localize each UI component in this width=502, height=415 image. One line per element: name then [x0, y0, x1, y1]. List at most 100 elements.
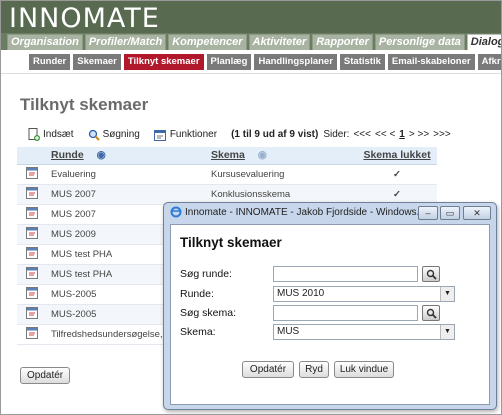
round-label: Runde: — [180, 288, 214, 300]
subnav-item-tilknyt-skemaer[interactable]: Tilknyt skemaer — [123, 54, 204, 70]
insert-label: Indsæt — [43, 129, 74, 140]
update-button[interactable]: Opdatér — [20, 367, 71, 384]
pager-first[interactable]: <<< — [353, 129, 371, 140]
tab-dialog[interactable]: Dialog — [466, 34, 501, 50]
magnifier-icon — [426, 269, 437, 280]
popup-update-button[interactable]: Opdatér — [242, 361, 294, 378]
pager-prev[interactable]: << < — [375, 129, 395, 140]
record-count: (1 til 9 ud af 9 vist) — [231, 129, 319, 140]
edit-cell — [17, 164, 47, 185]
popup-title-text: Innomate - INNOMATE - Jakob Fjordside - … — [185, 206, 420, 218]
edit-form-icon[interactable] — [26, 306, 38, 319]
edit-cell — [17, 284, 47, 305]
column-header-runde[interactable]: Runde ◉ — [47, 147, 207, 165]
cell-runde: MUS 2007 — [47, 184, 207, 205]
form-select-value: MUS — [277, 326, 300, 337]
search-round-button[interactable] — [422, 266, 440, 282]
pager-current[interactable]: 1 — [399, 129, 405, 140]
edit-form-icon[interactable] — [26, 326, 38, 339]
cell-runde: Evaluering — [47, 164, 207, 185]
edit-cell — [17, 244, 47, 265]
edit-cell — [17, 224, 47, 245]
pages-label: Sider: — [323, 129, 350, 140]
cell-skema-lukket: ✓ — [357, 184, 437, 205]
chevron-down-icon[interactable]: ▼ — [440, 287, 454, 301]
functions-label: Funktioner — [169, 129, 218, 140]
edit-form-icon[interactable] — [26, 226, 38, 239]
column-header-skema[interactable]: Skema ◉ — [207, 147, 357, 165]
pager-last[interactable]: >>> — [433, 129, 451, 140]
round-select-value: MUS 2010 — [277, 288, 325, 299]
popup-titlebar[interactable]: Innomate - INNOMATE - Jakob Fjordside - … — [170, 206, 420, 218]
table-row[interactable]: MUS 2007 Konklusionsskema ✓ — [17, 184, 437, 205]
edit-form-icon[interactable] — [26, 166, 38, 179]
cell-skema-lukket: ✓ — [357, 164, 437, 185]
edit-cell — [17, 304, 47, 325]
popup-window: Innomate - INNOMATE - Jakob Fjordside - … — [163, 202, 497, 410]
document-add-icon — [28, 128, 40, 141]
tab-organisation[interactable]: Organisation — [7, 34, 83, 50]
edit-form-icon[interactable] — [26, 266, 38, 279]
edit-form-icon[interactable] — [26, 286, 38, 299]
chevron-down-icon[interactable]: ▼ — [440, 325, 454, 339]
edit-form-icon[interactable] — [26, 206, 38, 219]
subnav-item-statistik[interactable]: Statistik — [339, 54, 385, 70]
cell-skema: Kursusevaluering — [207, 164, 357, 185]
main-nav: Organisation Profiler/Match Kompetencer Akt… — [1, 33, 501, 50]
functions-icon — [153, 129, 166, 141]
edit-cell — [17, 264, 47, 285]
close-window-button[interactable]: ✕ — [463, 206, 491, 220]
page-title: Tilknyt skemaer — [20, 95, 149, 114]
toolbar: Indsæt Søgning Funktioner (1 til 9 ud af… — [28, 128, 455, 141]
search-round-label: Søg runde: — [180, 268, 232, 280]
round-select[interactable]: MUS 2010 ▼ — [273, 286, 455, 302]
sort-icon[interactable]: ◉ — [258, 149, 267, 161]
clear-button[interactable]: Ryd — [299, 361, 329, 378]
search-round-input[interactable] — [273, 266, 418, 282]
form-label: Skema: — [180, 326, 216, 338]
icon-column-header — [17, 147, 47, 165]
magnifier-icon — [88, 129, 100, 141]
app-frame: INNOMATE Organisation Profiler/Match Kompe… — [0, 0, 502, 415]
cell-skema: Konklusionsskema — [207, 184, 357, 205]
insert-button[interactable]: Indsæt — [28, 128, 74, 141]
tab-profiler-match[interactable]: Profiler/Match — [84, 34, 167, 50]
subnav-item-afkryds[interactable]: Afkryds — [477, 54, 501, 70]
subnav-item-skemaer[interactable]: Skemaer — [73, 54, 121, 70]
subnav-item-planl-g[interactable]: Planlæg — [206, 54, 252, 70]
column-header-skema-lukket[interactable]: Skema lukket — [357, 147, 437, 165]
sort-icon[interactable]: ◉ — [97, 149, 106, 161]
subnav-item-runder[interactable]: Runder — [29, 54, 71, 70]
app-header: INNOMATE — [1, 1, 501, 34]
sub-nav: Runder Skemaer Tilknyt skemaer Planlæg Handl… — [1, 50, 501, 74]
logo: INNOMATE — [9, 3, 160, 34]
pager: Sider: <<< << < 1 > >> >>> — [323, 129, 454, 140]
edit-cell — [17, 204, 47, 225]
functions-button[interactable]: Funktioner — [153, 129, 218, 141]
pager-next[interactable]: > >> — [409, 129, 429, 140]
ie-icon — [170, 206, 182, 218]
popup-heading: Tilknyt skemaer — [180, 235, 282, 250]
tab-rapporter[interactable]: Rapporter — [312, 34, 373, 50]
popup-body: Tilknyt skemaer Søg runde: Runde: MUS 20… — [170, 224, 490, 405]
tab-kompetencer[interactable]: Kompetencer — [168, 34, 247, 50]
search-form-button[interactable] — [422, 305, 440, 321]
search-form-input[interactable] — [273, 305, 418, 321]
magnifier-icon — [426, 308, 437, 319]
subnav-item-handlingsplaner[interactable]: Handlingsplaner — [254, 54, 337, 70]
edit-cell — [17, 324, 47, 345]
search-button[interactable]: Søgning — [88, 129, 140, 141]
edit-cell — [17, 184, 47, 205]
form-select[interactable]: MUS ▼ — [273, 324, 455, 340]
tab-aktiviteter[interactable]: Aktiviteter — [248, 34, 311, 50]
minimize-button[interactable]: ‒ — [418, 206, 438, 220]
search-label: Søgning — [102, 129, 140, 140]
table-row[interactable]: Evaluering Kursusevaluering ✓ — [17, 164, 437, 185]
close-button[interactable]: Luk vindue — [334, 361, 394, 378]
maximize-button[interactable]: ▭ — [440, 206, 460, 220]
edit-form-icon[interactable] — [26, 186, 38, 199]
edit-form-icon[interactable] — [26, 246, 38, 259]
subnav-item-email-skabeloner[interactable]: Email-skabeloner — [387, 54, 475, 70]
search-form-label: Søg skema: — [180, 307, 237, 319]
tab-personlige-data[interactable]: Personlige data — [374, 34, 465, 50]
